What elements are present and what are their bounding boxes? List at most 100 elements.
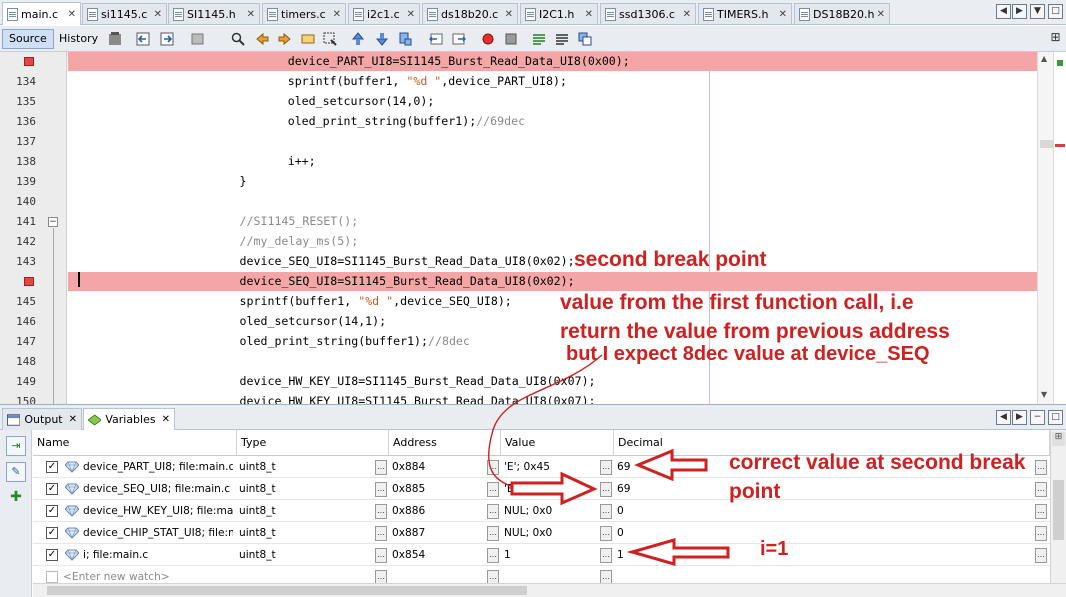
close-icon[interactable]: ✕	[877, 9, 885, 20]
edit-type-button[interactable]: …	[375, 460, 387, 475]
edit-decimal-button[interactable]: …	[1035, 460, 1047, 475]
table-settings-icon[interactable]: ⊞	[1052, 432, 1065, 446]
code-line[interactable]: oled_print_string(buffer1);//8dec	[240, 334, 470, 348]
tab-ds18b20-h[interactable]: DS18B20.h ✕	[794, 3, 890, 24]
tab-timers-h[interactable]: TIMERS.h ✕	[698, 3, 792, 24]
maximize-window-icon[interactable]: □	[1048, 4, 1063, 19]
edit-value-button[interactable]: …	[600, 548, 612, 563]
maximize-panel-icon[interactable]: □	[1048, 410, 1063, 425]
code-line[interactable]: //my_delay_ms(5);	[240, 234, 359, 248]
tab-i2c1-h[interactable]: I2C1.h ✕	[520, 3, 598, 24]
close-icon[interactable]: ✕	[505, 9, 513, 20]
tab-ds18b20-c[interactable]: ds18b20.c ✕	[422, 3, 518, 24]
scroll-thumb[interactable]	[1040, 140, 1054, 148]
find-next-icon[interactable]	[277, 31, 293, 47]
back-icon[interactable]	[135, 31, 151, 47]
scroll-tabs-right-icon[interactable]: ▶	[1012, 4, 1027, 19]
tab-timers-c[interactable]: timers.c ✕	[262, 3, 346, 24]
variable-value[interactable]: NUL; 0x0	[504, 522, 599, 544]
close-icon[interactable]: ✕	[683, 9, 691, 20]
forward-icon[interactable]	[159, 31, 175, 47]
breakpoint-icon[interactable]	[24, 277, 34, 286]
watch-checkbox[interactable]	[46, 571, 58, 583]
code-line[interactable]: device_SEQ_UI8=SI1145_Burst_Read_Data_UI…	[240, 254, 575, 268]
tab-i2c1-c[interactable]: i2c1.c ✕	[348, 3, 420, 24]
tab-si1145-h[interactable]: SI1145.h ✕	[168, 3, 260, 24]
close-icon[interactable]: ✕	[68, 9, 76, 20]
watch-checkbox[interactable]: ✓	[46, 527, 58, 539]
table-row[interactable]: ✓ device_SEQ_UI8; file:main.c uint8_t … 0x88…	[33, 478, 1050, 500]
watch-checkbox[interactable]: ✓	[46, 483, 58, 495]
close-icon[interactable]: ✕	[585, 9, 593, 20]
scroll-down-icon[interactable]: ▼	[1041, 390, 1047, 399]
table-row[interactable]: ✓ device_HW_KEY_UI8; file:main.c uint8_t … 0…	[33, 500, 1050, 522]
tab-main-c[interactable]: main.c ✕	[2, 2, 81, 25]
code-line[interactable]: oled_print_string(buffer1);//69dec	[288, 114, 525, 128]
variable-value[interactable]: 'E'; 0x45	[504, 478, 599, 500]
last-edit-icon[interactable]	[107, 31, 123, 47]
tab-variables[interactable]: Variables ✕	[83, 408, 175, 430]
close-icon[interactable]: ✕	[333, 9, 341, 20]
edit-value-button[interactable]: …	[600, 482, 612, 497]
column-header-name[interactable]: Name	[33, 430, 237, 456]
watch-checkbox[interactable]: ✓	[46, 505, 58, 517]
close-icon[interactable]: ✕	[162, 414, 170, 425]
edit-address-button[interactable]: …	[487, 504, 499, 519]
scroll-tabs-left-icon[interactable]: ◀	[996, 410, 1011, 425]
shift-right-icon[interactable]	[451, 31, 467, 47]
comment-icon[interactable]	[531, 31, 547, 47]
column-header-type[interactable]: Type	[237, 430, 389, 456]
edit-value-button[interactable]: …	[600, 504, 612, 519]
code-line[interactable]: oled_setcursor(14,0);	[288, 94, 435, 108]
scroll-tabs-left-icon[interactable]: ◀	[996, 4, 1011, 19]
variable-decimal[interactable]: 69	[617, 478, 1017, 500]
scroll-thumb[interactable]	[47, 586, 527, 595]
start-macro-icon[interactable]	[480, 31, 496, 47]
find-icon[interactable]	[230, 31, 246, 47]
toggle-bookmark-icon[interactable]	[397, 31, 413, 47]
close-icon[interactable]: ✕	[154, 9, 162, 20]
table-row[interactable]: ✓ device_CHIP_STAT_UI8; file:main.c uint8_…	[33, 522, 1050, 544]
previous-bookmark-icon[interactable]	[350, 31, 366, 47]
edit-decimal-button[interactable]: …	[1035, 548, 1047, 563]
close-icon[interactable]: ✕	[69, 414, 77, 425]
edit-address-button[interactable]: …	[487, 482, 499, 497]
history-nav-icon[interactable]	[190, 31, 206, 47]
tab-history[interactable]: History	[52, 29, 105, 49]
edit-type-button[interactable]: …	[375, 504, 387, 519]
minimize-panel-icon[interactable]: −	[1030, 410, 1045, 425]
breakpoint-mark[interactable]	[1055, 144, 1065, 147]
code-line[interactable]: device_PART_UI8=SI1145_Burst_Read_Data_U…	[288, 54, 630, 68]
edit-decimal-button[interactable]: …	[1035, 526, 1047, 541]
watch-checkbox[interactable]: ✓	[46, 549, 58, 561]
code-line[interactable]: device_HW_KEY_UI8=SI1145_Burst_Read_Data…	[240, 374, 596, 388]
code-line[interactable]: sprintf(buffer1, "%d ",device_PART_UI8);	[288, 74, 567, 88]
variable-value[interactable]: 'E'; 0x45	[504, 456, 599, 478]
uncomment-icon[interactable]	[554, 31, 570, 47]
tab-source[interactable]: Source	[2, 29, 54, 49]
edit-type-button[interactable]: …	[375, 548, 387, 563]
code-line[interactable]: sprintf(buffer1, "%d ",device_SEQ_UI8);	[240, 294, 512, 308]
code-line[interactable]: i++;	[288, 154, 316, 168]
variable-decimal[interactable]: 1	[617, 544, 1017, 566]
step-into-icon[interactable]: ⇥	[6, 436, 26, 456]
tab-si1145-c[interactable]: si1145.c ✕	[82, 3, 167, 24]
error-stripe[interactable]	[1040, 52, 1066, 404]
table-row[interactable]: ✓ i; file:main.c uint8_t… 0x854… 1… 1…	[33, 544, 1050, 566]
close-icon[interactable]: ✕	[779, 9, 787, 20]
table-vertical-scrollbar[interactable]: ⊞	[1050, 430, 1066, 583]
diff-icon[interactable]	[577, 31, 593, 47]
show-opened-documents-icon[interactable]: ▼	[1030, 4, 1045, 19]
variable-value[interactable]: 1	[504, 544, 599, 566]
code-line[interactable]: device_SEQ_UI8=SI1145_Burst_Read_Data_UI…	[240, 274, 575, 288]
edit-address-button[interactable]: …	[487, 548, 499, 563]
code-line[interactable]: //SI1145_RESET();	[240, 214, 359, 228]
fold-toggle-icon[interactable]: −	[48, 217, 58, 227]
scroll-thumb[interactable]	[1053, 480, 1064, 540]
shift-left-icon[interactable]	[428, 31, 444, 47]
code-line[interactable]: }	[240, 174, 247, 188]
stop-macro-icon[interactable]	[503, 31, 519, 47]
variable-decimal[interactable]: 0	[617, 500, 1017, 522]
watch-checkbox[interactable]: ✓	[46, 461, 58, 473]
code-line[interactable]: device_HW_KEY_UI8=SI1145_Burst_Read_Data…	[240, 394, 596, 404]
